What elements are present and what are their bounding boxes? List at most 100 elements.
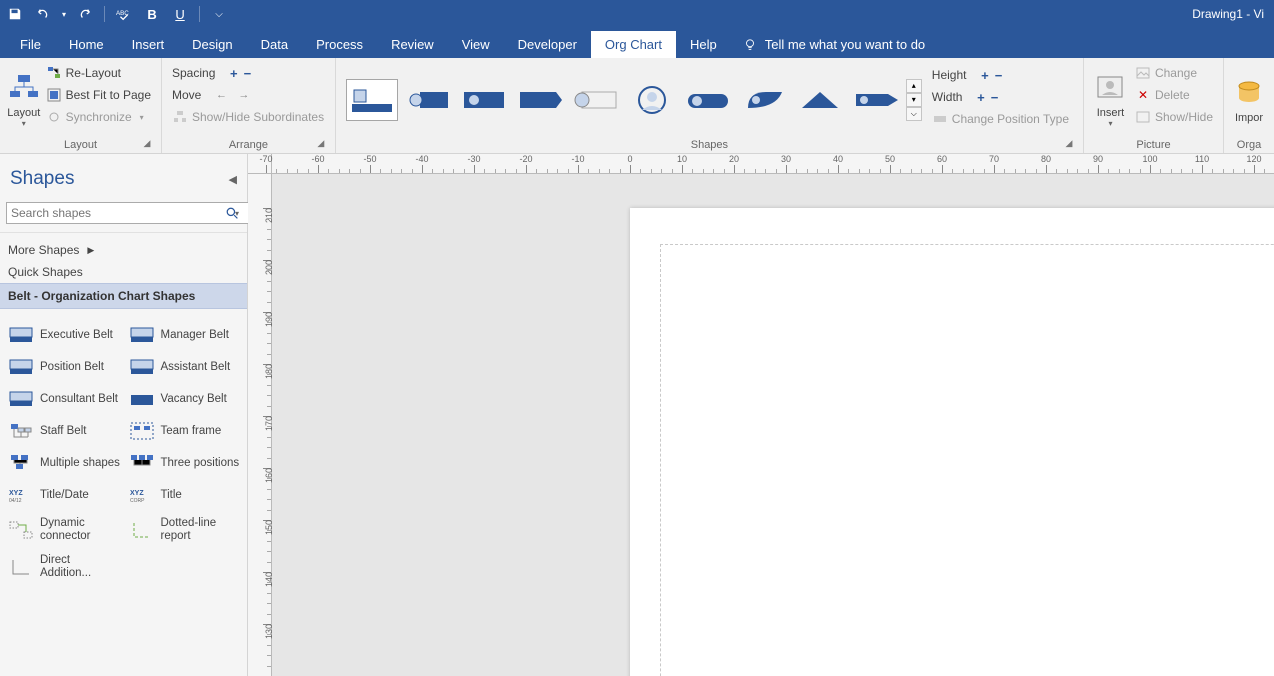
width-control[interactable]: Width +− [928,86,1073,108]
arrange-launcher-icon[interactable]: ◢ [315,137,327,149]
spellcheck-icon[interactable]: ABC [115,5,133,23]
gallery-style-7[interactable] [682,79,734,121]
shape-item[interactable]: Position Belt [6,355,123,379]
redo-icon[interactable] [76,5,94,23]
tab-insert[interactable]: Insert [118,31,179,58]
shapes-panel-title: Shapes [10,168,74,190]
gallery-scroll-down[interactable]: ▾ [906,93,922,107]
gallery-style-3[interactable] [458,79,510,121]
group-arrange: Spacing +− Move ← → Show/Hide Subordinat… [162,58,336,153]
change-picture-button[interactable]: Change [1131,62,1217,84]
more-shapes-button[interactable]: More Shapes▶ [0,233,247,261]
gallery-style-5[interactable] [570,79,622,121]
height-control[interactable]: Height +− [928,64,1073,86]
spacing-plus[interactable]: + [230,66,238,81]
layout-button[interactable]: Layout ▾ [6,62,42,137]
move-left-icon[interactable]: ← [216,89,227,101]
shape-item[interactable]: Consultant Belt [6,387,123,411]
tab-help[interactable]: Help [676,31,731,58]
shape-item[interactable]: Dotted-line report [127,515,244,544]
shape-item-label: Direct Addition... [40,554,121,579]
relayout-button[interactable]: Re-Layout [42,62,155,84]
search-dropdown-icon[interactable]: ▾ [231,202,243,224]
tab-developer[interactable]: Developer [504,31,591,58]
gallery-style-2[interactable] [402,79,454,121]
shape-thumb-icon [129,520,155,540]
shape-thumb-icon [8,357,34,377]
tab-data[interactable]: Data [247,31,302,58]
active-stencil[interactable]: Belt - Organization Chart Shapes [0,283,247,309]
tab-design[interactable]: Design [178,31,246,58]
gallery-scroll-up[interactable]: ▴ [906,79,922,93]
shape-item[interactable]: Direct Addition... [6,552,123,581]
shapes-panel: Shapes ◀ ▾ More Shapes▶ Quick Shapes Bel… [0,154,248,676]
quick-shapes-button[interactable]: Quick Shapes [0,261,247,283]
shape-item[interactable]: XYZCORPTitle [127,483,244,507]
svg-text:XYZ: XYZ [9,490,23,497]
shape-thumb-icon [8,389,34,409]
quick-access-toolbar: ▾ ABC B U ⌵ [6,5,228,23]
move-control[interactable]: Move ← → [168,84,329,106]
shape-thumb-icon [129,357,155,377]
shape-item-label: Staff Belt [40,425,86,438]
insert-picture-button[interactable]: Insert ▾ [1090,62,1131,137]
tell-me-search[interactable]: Tell me what you want to do [731,31,937,58]
group-label-arrange: Arrange◢ [168,137,329,151]
qat-customize-icon[interactable]: ⌵ [210,5,228,23]
shape-item[interactable]: Assistant Belt [127,355,244,379]
width-minus[interactable]: − [991,90,999,105]
spacing-control[interactable]: Spacing +− [168,62,329,84]
shape-item[interactable]: Staff Belt [6,419,123,443]
tab-orgchart[interactable]: Org Chart [591,31,676,58]
tab-view[interactable]: View [448,31,504,58]
gallery-style-9[interactable] [794,79,846,121]
bold-button[interactable]: B [143,5,161,23]
showhide-picture-button[interactable]: Show/Hide [1131,106,1217,128]
shape-item[interactable]: Executive Belt [6,323,123,347]
tab-file[interactable]: File [6,31,55,58]
shape-item[interactable]: Multiple shapes [6,451,123,475]
gallery-style-10[interactable] [850,79,902,121]
spacing-minus[interactable]: − [244,66,252,81]
delete-picture-button[interactable]: ✕Delete [1131,84,1217,106]
shape-item-label: Three positions [161,457,240,470]
move-right-icon[interactable]: → [238,89,249,101]
tab-review[interactable]: Review [377,31,448,58]
synchronize-button[interactable]: Synchronize▾ [42,106,155,128]
width-plus[interactable]: + [977,90,985,105]
underline-button[interactable]: U [171,5,189,23]
shape-item[interactable]: Vacancy Belt [127,387,244,411]
tab-process[interactable]: Process [302,31,377,58]
undo-icon[interactable] [34,5,52,23]
height-minus[interactable]: − [995,68,1003,83]
drawing-canvas[interactable]: -70-60-50-40-30-20-100102030405060708090… [248,154,1274,676]
shape-item[interactable]: Manager Belt [127,323,244,347]
change-position-type-button[interactable]: Change Position Type [928,108,1073,130]
gallery-style-1[interactable] [346,79,398,121]
save-icon[interactable] [6,5,24,23]
shape-item[interactable]: Dynamic connector [6,515,123,544]
height-plus[interactable]: + [981,68,989,83]
bestfit-button[interactable]: Best Fit to Page [42,84,155,106]
shape-item[interactable]: Team frame [127,419,244,443]
shape-item-label: Assistant Belt [161,361,231,374]
collapse-shapes-icon[interactable]: ◀ [229,173,237,186]
import-button[interactable]: Impor [1230,62,1268,137]
group-label-orgdata: Orga [1230,137,1268,151]
layout-launcher-icon[interactable]: ◢ [141,137,153,149]
shapes-launcher-icon[interactable]: ◢ [1063,137,1075,149]
undo-dropdown[interactable]: ▾ [62,10,66,19]
shape-item-label: Vacancy Belt [161,393,227,406]
showhide-subordinates-button[interactable]: Show/Hide Subordinates [168,106,329,128]
tab-home[interactable]: Home [55,31,118,58]
shape-item-label: Executive Belt [40,329,113,342]
shape-item[interactable]: Three positions [127,451,244,475]
shape-item[interactable]: XYZ04/12Title/Date [6,483,123,507]
gallery-expand[interactable]: ⌵ [906,107,922,121]
shape-item-label: Dynamic connector [40,517,121,542]
gallery-style-8[interactable] [738,79,790,121]
shape-thumb-icon [8,520,34,540]
gallery-style-4[interactable] [514,79,566,121]
gallery-style-6[interactable] [626,79,678,121]
shapes-gallery: ▴ ▾ ⌵ [342,62,924,137]
